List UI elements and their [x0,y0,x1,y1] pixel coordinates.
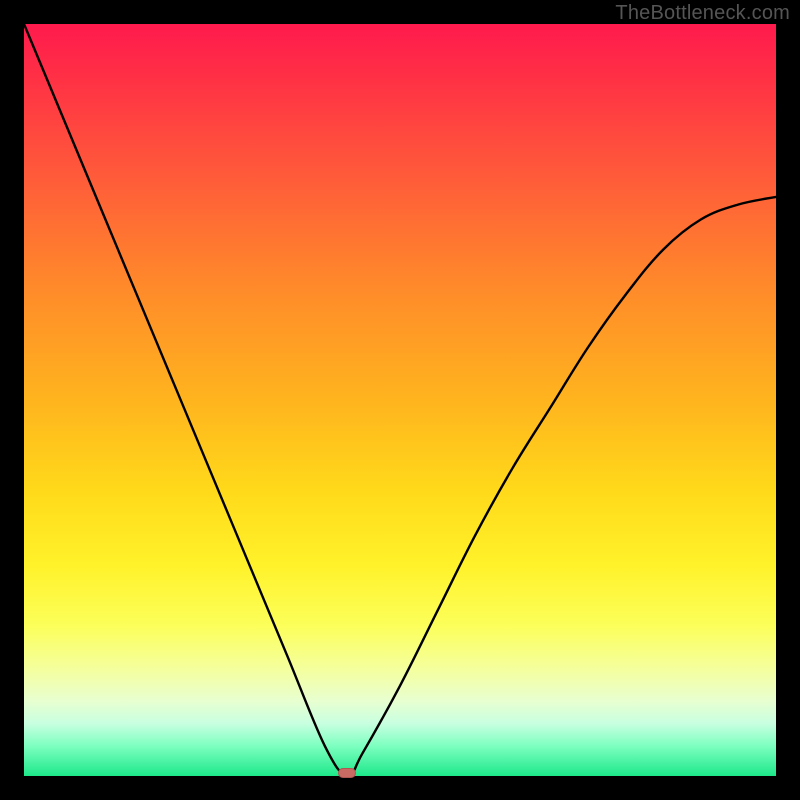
curve-path [24,24,776,776]
watermark-text: TheBottleneck.com [615,2,790,25]
plot-area [24,24,776,776]
chart-frame: TheBottleneck.com [0,0,800,800]
minimum-marker [338,768,356,778]
bottleneck-curve [24,24,776,776]
